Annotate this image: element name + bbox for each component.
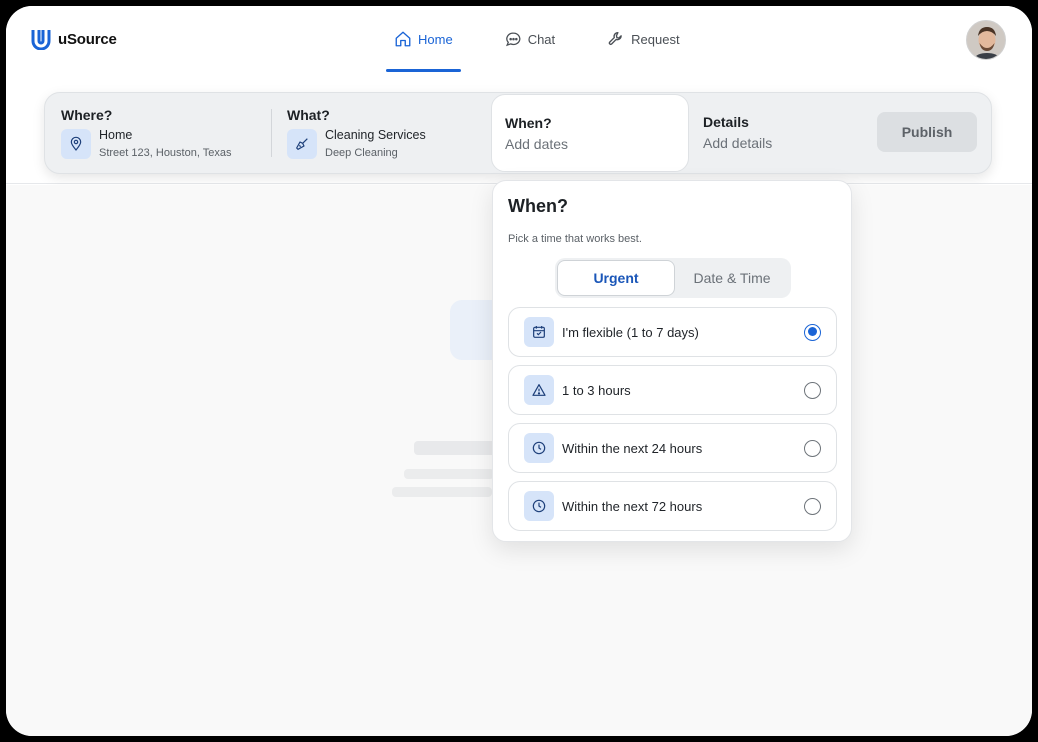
option-label: 1 to 3 hours — [562, 382, 631, 398]
option-flexible[interactable]: I'm flexible (1 to 7 days) — [508, 307, 837, 357]
option-72-hours[interactable]: Within the next 72 hours — [508, 481, 837, 531]
location-pin-icon — [61, 128, 91, 159]
home-icon — [395, 31, 411, 47]
option-label: Within the next 72 hours — [562, 498, 703, 514]
segment-divider — [271, 109, 272, 157]
nav-home[interactable]: Home — [386, 6, 461, 72]
usource-logo-icon — [31, 30, 51, 50]
what-segment[interactable]: What? Cleaning Services Deep Cleaning — [287, 107, 426, 187]
where-segment[interactable]: Where? Home Street 123, Houston, Texas — [61, 107, 232, 187]
app-window: uSource Home Chat Request Where? Home St… — [6, 6, 1032, 736]
tab-date-time[interactable]: Date & Time — [675, 260, 789, 296]
radio-selected[interactable] — [804, 323, 821, 341]
what-title: What? — [287, 107, 330, 123]
radio-unselected[interactable] — [804, 381, 821, 399]
wrench-icon — [608, 31, 622, 46]
empty-state-text-faded — [392, 487, 492, 497]
publish-button[interactable]: Publish — [877, 112, 977, 152]
urgency-options: I'm flexible (1 to 7 days) 1 to 3 hours — [508, 307, 837, 539]
chat-icon — [505, 31, 521, 46]
radio-unselected[interactable] — [804, 439, 821, 457]
details-title: Details — [703, 114, 749, 130]
request-search-bar: Where? Home Street 123, Houston, Texas W… — [44, 92, 992, 174]
clock-icon — [524, 433, 554, 463]
option-24-hours[interactable]: Within the next 24 hours — [508, 423, 837, 473]
option-label: Within the next 24 hours — [562, 440, 703, 456]
clock-icon — [524, 491, 554, 521]
when-segment[interactable]: When? Add dates — [491, 94, 689, 172]
details-segment[interactable]: Details Add details — [703, 114, 772, 151]
warning-triangle-icon — [524, 375, 554, 405]
nav-request[interactable]: Request — [599, 6, 687, 72]
radio-unselected[interactable] — [804, 497, 821, 515]
nav-chat[interactable]: Chat — [497, 6, 563, 72]
when-placeholder: Add dates — [505, 136, 569, 152]
nav-home-label: Home — [418, 31, 453, 47]
nav-chat-label: Chat — [527, 31, 556, 47]
user-avatar[interactable] — [966, 20, 1006, 60]
what-sub: Deep Cleaning — [325, 147, 398, 159]
option-1-3-hours[interactable]: 1 to 3 hours — [508, 365, 837, 415]
where-title: Where? — [61, 107, 113, 123]
logo[interactable]: uSource — [30, 28, 117, 50]
details-placeholder: Add details — [703, 135, 773, 151]
what-main: Cleaning Services — [325, 128, 426, 142]
popover-title: When? — [508, 196, 568, 216]
avatar-image — [967, 21, 1005, 59]
empty-state-text-faded — [404, 469, 494, 479]
time-mode-toggle: Urgent Date & Time — [555, 258, 791, 298]
broom-icon — [287, 128, 317, 159]
header: uSource Home Chat Request Where? Home St… — [6, 6, 1032, 184]
option-label: I'm flexible (1 to 7 days) — [562, 324, 699, 340]
where-address: Street 123, Houston, Texas — [99, 147, 232, 159]
when-popover: When? Pick a time that works best. Urgen… — [492, 180, 852, 542]
nav-request-label: Request — [631, 31, 680, 47]
app-name: uSource — [58, 30, 117, 48]
when-title: When? — [505, 115, 552, 131]
where-main: Home — [99, 128, 133, 142]
popover-subtitle: Pick a time that works best. — [508, 233, 642, 245]
calendar-icon — [524, 317, 554, 347]
tab-urgent[interactable]: Urgent — [557, 260, 675, 296]
main-nav: Home Chat Request — [386, 6, 724, 72]
